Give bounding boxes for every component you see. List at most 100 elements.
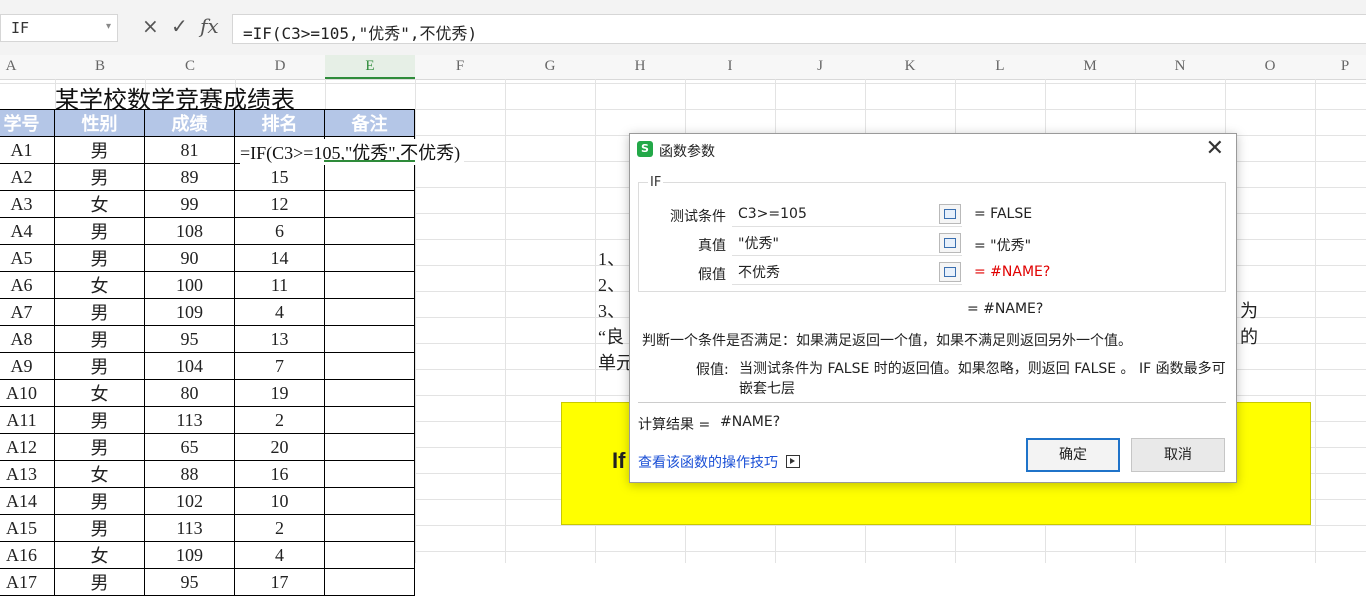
- table-cell[interactable]: 男: [54, 325, 145, 353]
- table-cell[interactable]: A3: [0, 190, 55, 218]
- formula-input[interactable]: =IF(C3>=105,"优秀",不优秀): [232, 14, 1366, 44]
- table-cell[interactable]: 男: [54, 433, 145, 461]
- table-cell[interactable]: 17: [234, 568, 325, 596]
- column-header[interactable]: C: [145, 58, 235, 75]
- table-cell[interactable]: [324, 487, 415, 515]
- table-cell[interactable]: 89: [144, 163, 235, 191]
- column-header[interactable]: H: [595, 58, 685, 75]
- table-cell[interactable]: [324, 541, 415, 569]
- column-header[interactable]: F: [415, 58, 505, 75]
- table-cell[interactable]: [324, 433, 415, 461]
- false-value-input[interactable]: [734, 261, 938, 283]
- condition-input[interactable]: [734, 203, 938, 225]
- confirm-formula-icon[interactable]: ✓: [171, 14, 188, 38]
- close-icon[interactable]: ✕: [1206, 136, 1224, 161]
- table-cell[interactable]: 男: [54, 298, 145, 326]
- table-cell[interactable]: 100: [144, 271, 235, 299]
- table-cell[interactable]: 19: [234, 379, 325, 407]
- column-header[interactable]: A: [0, 58, 22, 75]
- table-cell[interactable]: 81: [144, 136, 235, 164]
- table-cell[interactable]: A4: [0, 217, 55, 245]
- range-picker-icon[interactable]: [939, 262, 961, 282]
- table-cell[interactable]: 108: [144, 217, 235, 245]
- table-cell[interactable]: [324, 244, 415, 272]
- table-cell[interactable]: 102: [144, 487, 235, 515]
- column-header[interactable]: B: [55, 58, 145, 75]
- table-cell[interactable]: 男: [54, 514, 145, 542]
- range-picker-icon[interactable]: [939, 233, 961, 253]
- table-cell[interactable]: 11: [234, 271, 325, 299]
- table-cell[interactable]: [324, 460, 415, 488]
- range-picker-icon[interactable]: [939, 204, 961, 224]
- table-cell[interactable]: A11: [0, 406, 55, 434]
- table-cell[interactable]: 10: [234, 487, 325, 515]
- table-cell[interactable]: 95: [144, 568, 235, 596]
- table-cell[interactable]: [324, 325, 415, 353]
- table-cell[interactable]: A7: [0, 298, 55, 326]
- table-cell[interactable]: 男: [54, 244, 145, 272]
- table-cell[interactable]: 113: [144, 514, 235, 542]
- header-cell[interactable]: 备注: [324, 109, 415, 137]
- column-header[interactable]: J: [775, 58, 865, 75]
- table-cell[interactable]: A13: [0, 460, 55, 488]
- insert-function-icon[interactable]: fx: [200, 14, 219, 38]
- table-cell[interactable]: A8: [0, 325, 55, 353]
- column-header[interactable]: G: [505, 58, 595, 75]
- header-cell[interactable]: 学号: [0, 109, 55, 137]
- table-cell[interactable]: A16: [0, 541, 55, 569]
- table-cell[interactable]: [324, 190, 415, 218]
- table-cell[interactable]: 女: [54, 541, 145, 569]
- table-cell[interactable]: 15: [234, 163, 325, 191]
- table-cell[interactable]: 男: [54, 406, 145, 434]
- table-cell[interactable]: 2: [234, 406, 325, 434]
- table-cell[interactable]: 女: [54, 460, 145, 488]
- table-cell[interactable]: A17: [0, 568, 55, 596]
- table-cell[interactable]: 12: [234, 190, 325, 218]
- table-cell[interactable]: 男: [54, 568, 145, 596]
- table-cell[interactable]: 13: [234, 325, 325, 353]
- table-cell[interactable]: 男: [54, 136, 145, 164]
- table-cell[interactable]: A15: [0, 514, 55, 542]
- table-cell[interactable]: A5: [0, 244, 55, 272]
- table-cell[interactable]: 109: [144, 541, 235, 569]
- column-header[interactable]: D: [235, 58, 325, 75]
- table-cell[interactable]: 男: [54, 163, 145, 191]
- table-cell[interactable]: 6: [234, 217, 325, 245]
- column-header[interactable]: M: [1045, 58, 1135, 75]
- table-cell[interactable]: 男: [54, 487, 145, 515]
- table-cell[interactable]: 113: [144, 406, 235, 434]
- true-value-input[interactable]: [734, 232, 938, 254]
- header-cell[interactable]: 成绩: [144, 109, 235, 137]
- table-cell[interactable]: A2: [0, 163, 55, 191]
- table-cell[interactable]: 20: [234, 433, 325, 461]
- table-cell[interactable]: 99: [144, 190, 235, 218]
- help-link[interactable]: 查看该函数的操作技巧: [638, 452, 801, 472]
- table-cell[interactable]: 2: [234, 514, 325, 542]
- column-header[interactable]: I: [685, 58, 775, 75]
- table-cell[interactable]: A6: [0, 271, 55, 299]
- column-header[interactable]: L: [955, 58, 1045, 75]
- table-cell[interactable]: 65: [144, 433, 235, 461]
- table-cell[interactable]: [324, 298, 415, 326]
- table-cell[interactable]: 88: [144, 460, 235, 488]
- table-cell[interactable]: 女: [54, 271, 145, 299]
- table-cell[interactable]: 80: [144, 379, 235, 407]
- table-cell[interactable]: [324, 352, 415, 380]
- cancel-button[interactable]: 取消: [1131, 438, 1225, 472]
- table-cell[interactable]: [324, 217, 415, 245]
- table-cell[interactable]: 女: [54, 190, 145, 218]
- table-cell[interactable]: [324, 271, 415, 299]
- table-cell[interactable]: [324, 514, 415, 542]
- ok-button[interactable]: 确定: [1026, 438, 1120, 472]
- table-cell[interactable]: A10: [0, 379, 55, 407]
- table-cell[interactable]: 男: [54, 217, 145, 245]
- name-box[interactable]: IF ▾: [0, 14, 118, 42]
- table-cell[interactable]: A14: [0, 487, 55, 515]
- table-cell[interactable]: 7: [234, 352, 325, 380]
- chevron-down-icon[interactable]: ▾: [106, 21, 111, 32]
- table-cell[interactable]: A9: [0, 352, 55, 380]
- dialog-titlebar[interactable]: S 函数参数 ✕: [630, 134, 1236, 166]
- header-cell[interactable]: 性别: [54, 109, 145, 137]
- column-header[interactable]: K: [865, 58, 955, 75]
- table-cell[interactable]: [324, 568, 415, 596]
